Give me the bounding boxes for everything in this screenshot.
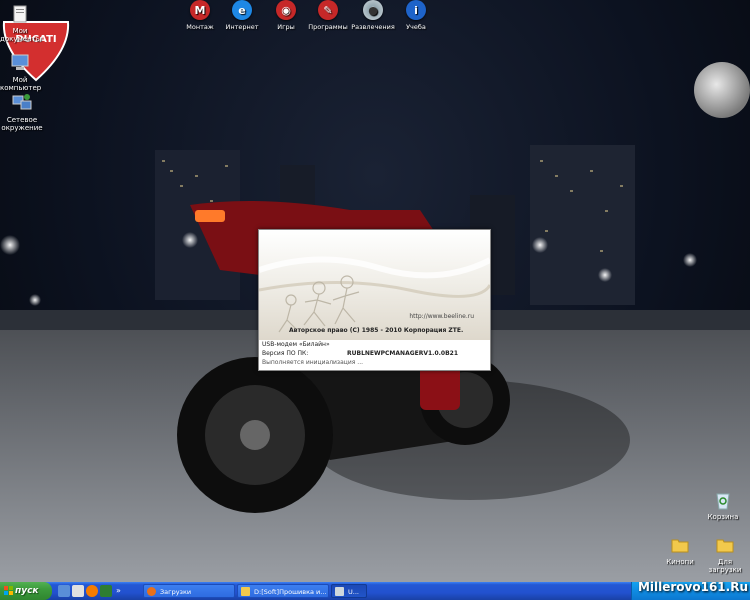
desktop-icon-computer[interactable]: Мой компьютер [0,52,42,92]
launcher-label: Игры [277,23,295,31]
init-status: Выполняется инициализация ... [262,359,364,366]
info-icon: i [406,0,426,20]
desktop: DUCATI Мои документы Мой компьютер Сетев… [0,0,750,582]
window-icon [335,587,344,596]
desktop-icon-downloads[interactable]: Для загрузки [702,534,748,574]
desktop-icon-recycle[interactable]: Корзина [698,489,748,521]
task-label: U... [348,588,359,596]
start-button[interactable]: пуск [0,582,52,600]
recycle-bin-icon [716,493,730,510]
task-label: Загрузки [160,588,192,596]
task-label: D:[Soft]Прошивка и... [254,588,327,596]
splash-artwork: http://www.beeline.ru Авторское право (C… [259,230,490,340]
quicklaunch-media-icon[interactable] [72,585,84,597]
launcher-label: Программы [308,23,348,31]
desktop-icon-kino[interactable]: Кинопи [658,534,702,566]
folder-documents-icon [13,5,27,23]
beeline-splash-window: http://www.beeline.ru Авторское право (C… [258,229,491,371]
quicklaunch-desktop-icon[interactable] [58,585,70,597]
internet-icon: e [232,0,252,20]
launcher-label: Интернет [225,23,259,31]
splash-copyright: Авторское право (C) 1985 - 2010 Корпорац… [289,327,464,334]
computer-icon [11,54,29,70]
folder-icon [716,539,734,553]
runners-illustration [259,256,490,333]
folder-icon [241,587,250,596]
launcher-label: Монтаж [186,23,214,31]
network-icon [12,94,32,110]
site-watermark: Millerovo161.Ru [637,580,748,594]
desktop-icon-label: Мои документы [0,27,42,43]
disc-icon: ● [363,0,383,20]
desktop-icon-label: Кинопи [666,558,694,566]
version-label: Версия ПО ПК: [262,350,309,357]
desktop-icon-label: Сетевое окружение [1,116,43,132]
pencil-icon: ✎ [318,0,338,20]
desktop-icon-documents[interactable]: Мои документы [0,3,42,43]
quicklaunch-messenger-icon[interactable] [100,585,112,597]
quicklaunch-browser-icon[interactable] [86,585,98,597]
desktop-icon-label: Для загрузки [708,558,742,574]
eye-icon: ◉ [276,0,296,20]
desktop-icon-network[interactable]: Сетевое окружение [0,92,44,132]
modem-name: USB-модем «Билайн» [262,341,330,348]
monitor-icon: M [190,0,210,20]
start-label: пуск [15,586,39,596]
launcher-study[interactable]: i Учеба [388,0,444,31]
taskbar-item-folder[interactable]: D:[Soft]Прошивка и... [237,584,329,598]
splash-info-panel: USB-модем «Билайн» Версия ПО ПК: RUBLNEW… [259,340,490,370]
splash-url: http://www.beeline.ru [409,313,474,320]
firefox-icon [147,587,156,596]
folder-icon [671,539,689,553]
windows-flag-icon [4,586,13,595]
desktop-icon-label: Мой компьютер [0,76,42,92]
quicklaunch-expand-icon[interactable]: » [116,585,124,597]
version-value: RUBLNEWPCMANAGERV1.0.0B21 [347,350,458,357]
desktop-icon-label: Корзина [707,513,739,521]
taskbar-item-usb-modem[interactable]: U... [331,584,367,598]
launcher-label: Учеба [406,23,426,31]
taskbar-item-downloads[interactable]: Загрузки [143,584,235,598]
